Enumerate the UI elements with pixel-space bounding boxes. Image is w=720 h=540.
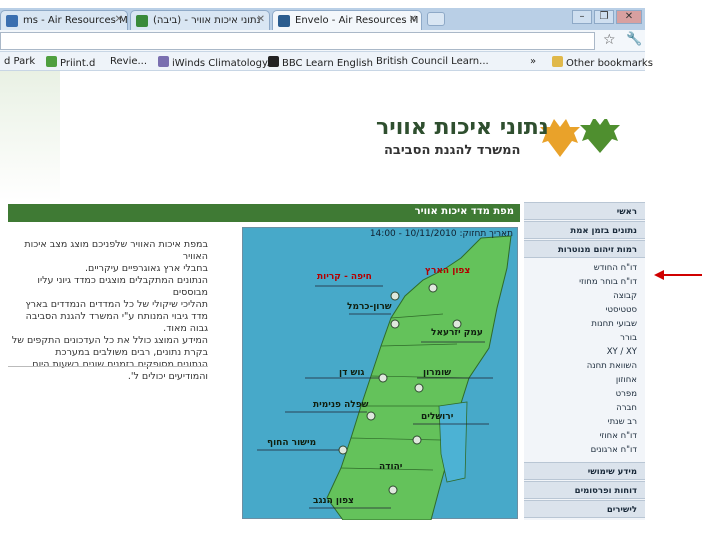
wrench-menu-icon[interactable]: 🔧: [626, 32, 642, 47]
browser-tab[interactable]: ms - Air Resources M ✕: [0, 10, 128, 30]
tab-title: Envelo - Air Resources M: [295, 15, 419, 26]
israel-map: [257, 235, 512, 520]
region-label[interactable]: צפון הארץ: [425, 266, 470, 276]
sidebar-item[interactable]: דוחות ופרסומים: [524, 481, 645, 499]
region-label[interactable]: שפלה פנימית: [313, 400, 368, 410]
section-title: מפת מדד איכות אוויר: [414, 206, 514, 217]
bbc-icon: [268, 56, 279, 67]
bookmark-folder[interactable]: Other bookmarks: [552, 56, 653, 69]
bookmark-item[interactable]: Priint.d: [46, 56, 95, 69]
region-label[interactable]: שרון-כרמל: [347, 302, 392, 312]
pointer-arrow-icon: [654, 270, 702, 280]
section-header-bar: מפת מדד איכות אוויר: [8, 204, 520, 222]
sidebar-subitem[interactable]: רב שנתי: [524, 416, 645, 429]
sidebar-subitem[interactable]: שבועי תחנות: [524, 318, 645, 331]
green-box-icon: [46, 56, 57, 67]
sidebar-subitem[interactable]: מפרט: [524, 388, 645, 401]
close-tab-icon[interactable]: ✕: [409, 14, 417, 25]
region-label[interactable]: יהודה: [379, 462, 402, 472]
sidebar-subitem[interactable]: אחוזון: [524, 374, 645, 387]
folder-icon: [552, 56, 563, 67]
sidebar-item[interactable]: רמות זיהום מנוטרות: [524, 240, 645, 258]
bookmark-item[interactable]: BBC Learn English: [268, 56, 373, 69]
address-bar[interactable]: [0, 32, 595, 50]
browser-tab[interactable]: נתוני איכות אוויר - (ביבה) ✕: [130, 10, 270, 30]
web-page: נתוני איכות אוויר המשרד להגנת הסביבה מפת…: [0, 71, 645, 540]
bookmark-item[interactable]: Revie...: [110, 56, 147, 67]
header-background: [0, 71, 60, 201]
tab-title: ms - Air Resources M: [23, 15, 128, 26]
screen: ms - Air Resources M ✕ נתוני איכות אוויר…: [0, 0, 720, 540]
bookmark-item[interactable]: iWinds Climatology...: [158, 56, 276, 69]
map-date-header: תאריך תחזוק: 10/11/2010 - 14:00: [369, 229, 513, 239]
sidebar-subitem[interactable]: דו"ח בוחר מחוזי: [524, 276, 645, 289]
minimize-icon[interactable]: –: [572, 10, 592, 24]
region-label[interactable]: חיפה - קריות: [317, 272, 372, 282]
sidebar-subitem[interactable]: דו"ח החודש: [524, 262, 645, 275]
region-label[interactable]: עמק יזרעאל: [431, 328, 483, 338]
sidebar-item[interactable]: לישירים: [524, 500, 645, 518]
bookmark-star-icon[interactable]: ☆: [603, 32, 616, 48]
site-subtitle: המשרד להגנת הסביבה: [384, 143, 521, 158]
sidebar-subitem[interactable]: חברה: [524, 402, 645, 415]
sidebar-subitem[interactable]: קבוצה: [524, 290, 645, 303]
sidebar-subitem[interactable]: בורר: [524, 332, 645, 345]
air-quality-map[interactable]: תאריך תחזוק: 10/11/2010 - 14:00 צפון האר…: [242, 227, 518, 520]
map-icon: [158, 56, 169, 67]
sidebar-item[interactable]: ראשי: [524, 202, 645, 220]
intro-text: במפת איכות האוויר שלפניכם מוצג מצב איכות…: [11, 239, 208, 382]
bookmark-item[interactable]: d Park: [4, 56, 35, 67]
bookmarks-bar: d Park Priint.d Revie... iWinds Climatol…: [0, 52, 653, 71]
tab-favicon-icon: [278, 15, 290, 27]
close-tab-icon[interactable]: ✕: [115, 14, 123, 25]
sidebar-item[interactable]: נתונים בזמן אמת: [524, 221, 645, 239]
site-title: נתוני איכות אוויר: [376, 115, 549, 140]
browser-tab-bar: ms - Air Resources M ✕ נתוני איכות אוויר…: [0, 8, 645, 30]
bookmark-item[interactable]: British Council Learn...: [376, 56, 489, 67]
sidebar-item[interactable]: מידע שימושי: [524, 462, 645, 480]
leaf-logo-icon: [540, 119, 620, 157]
tab-favicon-icon: [136, 15, 148, 27]
close-window-icon[interactable]: ✕: [616, 10, 642, 24]
sidebar-subitem[interactable]: דו"ח אחוזי: [524, 430, 645, 443]
region-label[interactable]: גוש דן: [339, 368, 364, 378]
new-tab-button[interactable]: [427, 12, 445, 26]
region-label[interactable]: צפון הנגב: [313, 496, 354, 506]
sidebar-subitem[interactable]: דו"ח ארגונים: [524, 444, 645, 457]
sidebar-subitem[interactable]: השוואת תחנה: [524, 360, 645, 373]
tab-favicon-icon: [6, 15, 18, 27]
region-label[interactable]: מישור החוף: [267, 438, 316, 448]
restore-icon[interactable]: ❐: [594, 10, 614, 24]
tab-title: נתוני איכות אוויר - (ביבה): [153, 15, 261, 26]
close-tab-icon[interactable]: ✕: [257, 14, 265, 25]
region-label[interactable]: ירושלים: [421, 412, 453, 422]
divider: [8, 366, 208, 367]
sidebar-subitem[interactable]: XY / XY: [524, 346, 645, 359]
sidebar-nav: ראשי נתונים בזמן אמת רמות זיהום מנוטרות …: [524, 202, 645, 520]
region-label[interactable]: שומרון: [423, 368, 451, 378]
browser-toolbar: ☆ 🔧: [0, 30, 645, 52]
sidebar-subitem[interactable]: סטטיסטי: [524, 304, 645, 317]
browser-tab-active[interactable]: Envelo - Air Resources M ✕: [272, 10, 422, 30]
bookmarks-overflow[interactable]: »: [530, 56, 536, 67]
